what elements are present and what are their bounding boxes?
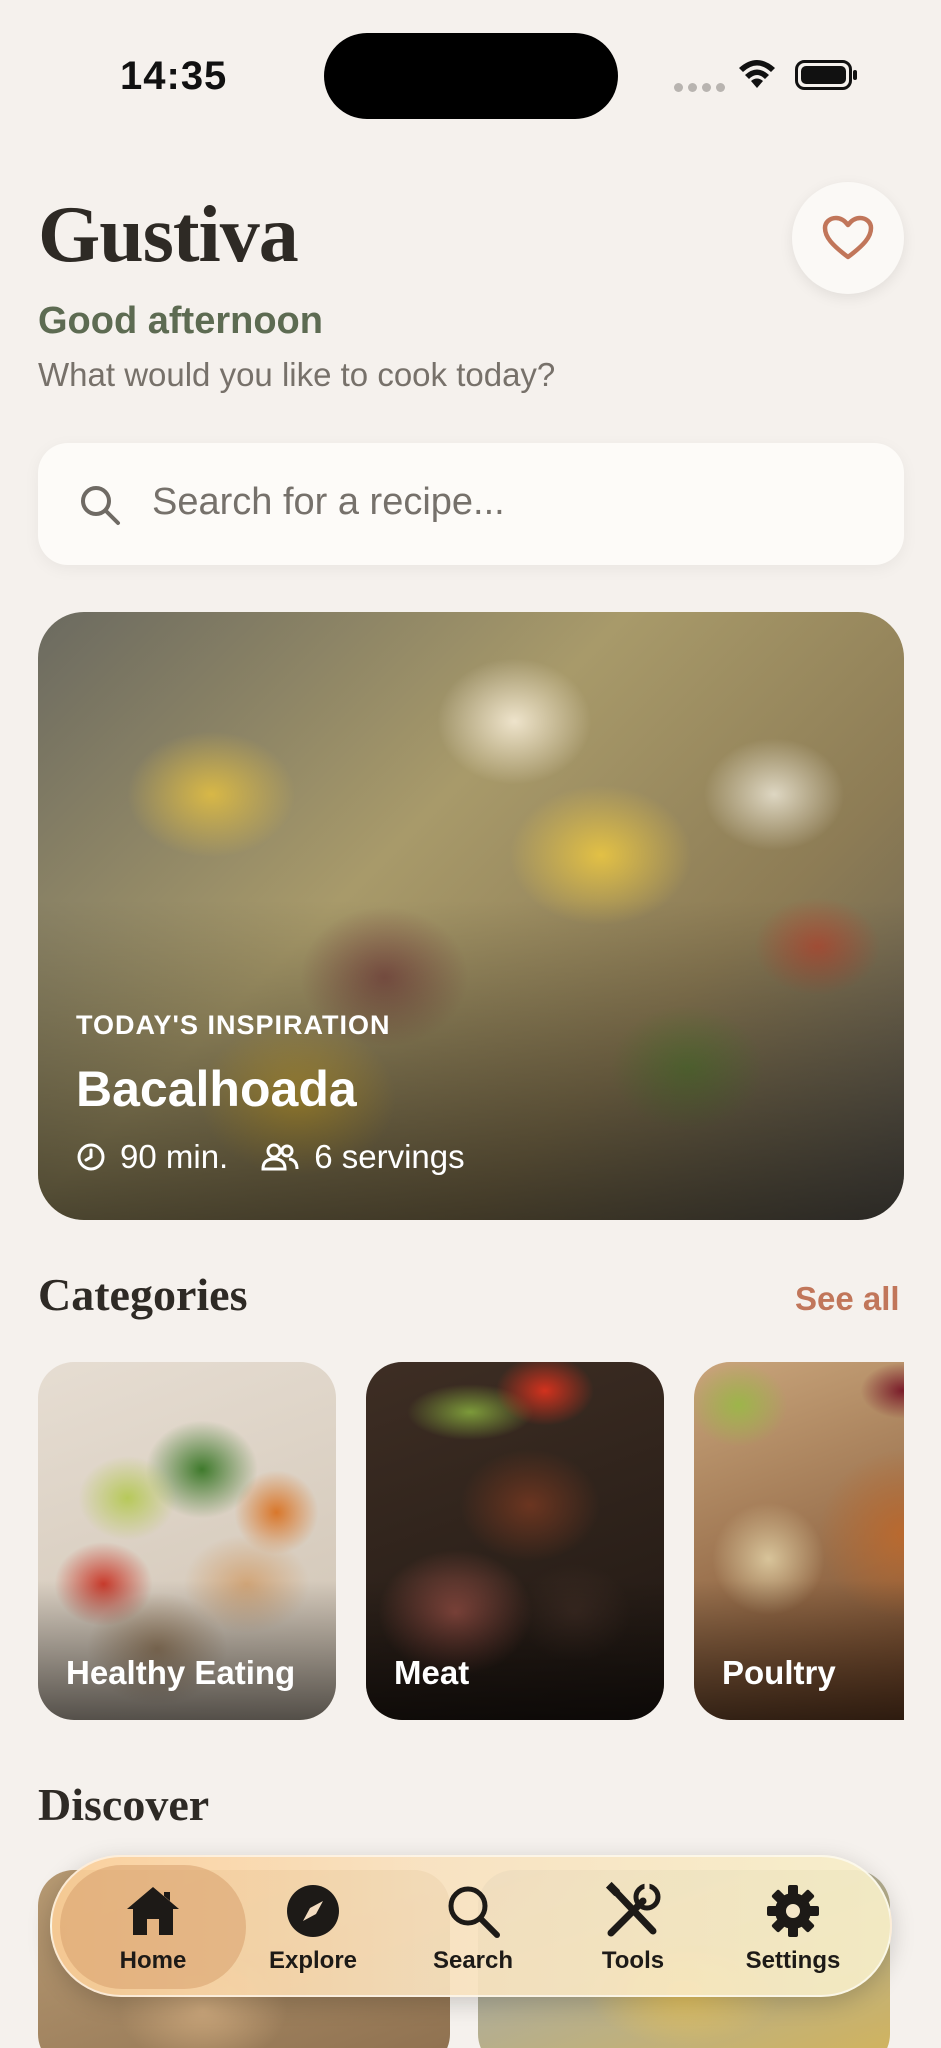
status-bar: 14:35 (0, 0, 941, 150)
gear-icon (764, 1879, 822, 1943)
hero-label: TODAY'S INSPIRATION (76, 1010, 391, 1040)
categories-title: Categories (38, 1269, 248, 1320)
hero-servings: 6 servings (314, 1138, 465, 1175)
search-input[interactable]: Search for a recipe... (38, 443, 904, 565)
search-icon (81, 486, 120, 525)
tab-settings[interactable]: Settings (700, 1865, 886, 1989)
app-title: Gustiva (38, 191, 299, 279)
search-icon (445, 1879, 501, 1943)
people-icon (260, 1142, 300, 1172)
heart-icon (822, 215, 874, 260)
category-label: Healthy Eating (66, 1654, 296, 1691)
see-all-link[interactable]: See all (795, 1280, 900, 1318)
cellular-signal-icon (674, 83, 725, 92)
battery-icon (795, 60, 857, 90)
categories-row: Healthy Eating Meat Poultry (38, 1362, 904, 1722)
category-label: Meat (394, 1654, 470, 1691)
hero-meta: 90 min. 6 servings (76, 1138, 497, 1176)
hero-time: 90 min. (120, 1138, 229, 1175)
hero-title: Bacalhoada (76, 1061, 357, 1117)
tab-bar: Home Explore Search Tools Settings (50, 1855, 892, 1997)
category-healthy-eating[interactable]: Healthy Eating (38, 1362, 336, 1720)
discover-title: Discover (38, 1779, 210, 1830)
clock-icon (76, 1142, 106, 1172)
greeting: Good afternoon (38, 300, 323, 342)
category-label: Poultry (722, 1654, 836, 1691)
tab-search[interactable]: Search (380, 1865, 566, 1989)
category-meat[interactable]: Meat (366, 1362, 664, 1720)
subtitle: What would you like to cook today? (38, 356, 556, 393)
wifi-icon (739, 60, 775, 88)
favorites-button[interactable] (792, 182, 904, 294)
tab-home[interactable]: Home (60, 1865, 246, 1989)
tab-tools[interactable]: Tools (540, 1865, 726, 1989)
status-time: 14:35 (120, 54, 228, 98)
tab-explore[interactable]: Explore (220, 1865, 406, 1989)
dynamic-island (324, 33, 618, 119)
tools-icon (603, 1879, 663, 1943)
compass-icon (285, 1879, 341, 1943)
search-placeholder: Search for a recipe... (152, 481, 505, 523)
category-poultry[interactable]: Poultry (694, 1362, 904, 1720)
hero-recipe-card[interactable]: TODAY'S INSPIRATION Bacalhoada 90 min. 6… (38, 612, 904, 1220)
home-icon (123, 1879, 183, 1943)
